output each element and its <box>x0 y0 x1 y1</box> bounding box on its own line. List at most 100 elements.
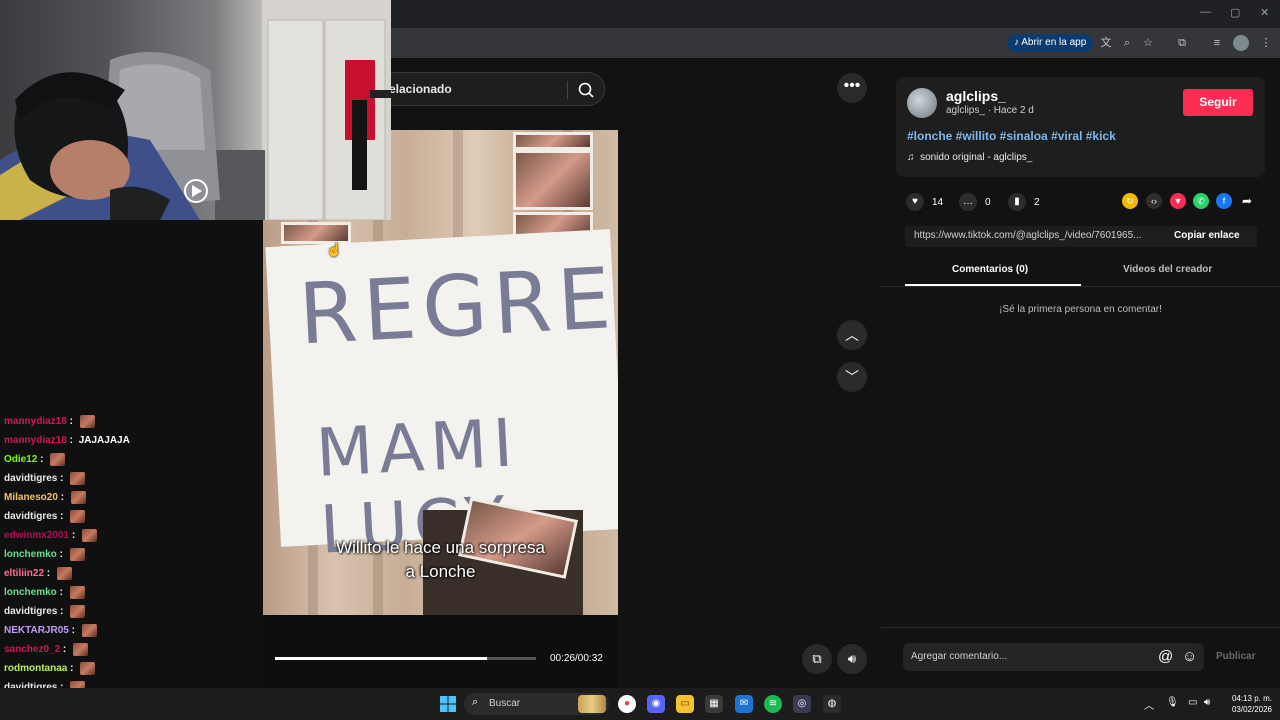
floating-player-button[interactable]: ⧉ <box>802 644 832 674</box>
chat-message: rodmontanaa : <box>4 659 259 678</box>
facebook-icon[interactable]: f <box>1216 193 1232 209</box>
follow-button[interactable]: Seguir <box>1183 89 1253 116</box>
obs-icon[interactable]: ◍ <box>823 695 841 713</box>
chat-message: davidtigres : <box>4 602 259 621</box>
next-video-button[interactable]: ﹀ <box>837 362 867 392</box>
hashtags[interactable]: #lonche #willito #sinaloa #viral #kick <box>907 129 1116 143</box>
bookmark-star-icon[interactable]: ☆ <box>1140 35 1156 51</box>
comment-button[interactable]: … 0 <box>959 193 991 211</box>
save-button[interactable]: ▮ 2 <box>1008 193 1040 211</box>
whatsapp-icon[interactable]: ✆ <box>1193 193 1209 209</box>
extensions-icon[interactable]: ⧉ <box>1174 35 1190 51</box>
chat-username[interactable]: mannydiaz18 <box>4 435 67 446</box>
mail-icon[interactable]: ✉ <box>735 695 753 713</box>
mention-icon[interactable]: @ <box>1158 648 1173 665</box>
chat-message: eltiliin22 : <box>4 564 259 583</box>
empty-comments-message: ¡Sé la primera persona en comentar! <box>999 304 1162 315</box>
emoji-icon[interactable]: ☺ <box>1182 648 1197 665</box>
tab-creator-videos[interactable]: Videos del creador <box>1123 264 1212 275</box>
chat-separator: : <box>68 625 78 636</box>
search-icon[interactable] <box>575 79 597 101</box>
chat-username[interactable]: eltiliin22 <box>4 568 44 579</box>
video-caption-line1: Willito le hace una sorpresa <box>336 538 545 557</box>
composer-divider <box>881 627 1280 628</box>
chat-message: davidtigres : <box>4 469 259 488</box>
embed-code-icon[interactable]: ‹› <box>1146 193 1162 209</box>
webcam-overlay <box>0 0 391 220</box>
volume-button[interactable]: 🔊︎ <box>837 644 867 674</box>
author-username[interactable]: aglclips_ <box>946 88 1006 104</box>
zoom-icon[interactable]: ⌕ <box>1119 35 1135 51</box>
emote-icon <box>70 605 86 618</box>
menu-kebab-icon[interactable]: ⋮ <box>1258 35 1274 51</box>
chat-username[interactable]: lonchemko <box>4 587 57 598</box>
repost-icon[interactable]: ↻ <box>1122 193 1138 209</box>
sound-info[interactable]: ♫ sonido original - aglclips_ <box>907 152 1032 163</box>
emote-icon <box>50 453 66 466</box>
tab-comments[interactable]: Comentarios (0) <box>952 264 1028 275</box>
spotify-icon[interactable]: ≋ <box>764 695 782 713</box>
open-in-app-button[interactable]: ♪ Abrir en la app <box>1007 34 1094 52</box>
active-tab-indicator <box>905 284 1081 286</box>
chat-separator: : <box>60 644 70 655</box>
avatar[interactable] <box>907 88 937 118</box>
emote-icon <box>70 472 86 485</box>
chat-separator: : <box>69 530 78 541</box>
webcam-scene <box>0 0 391 220</box>
chat-username[interactable]: davidtigres <box>4 473 57 484</box>
maximize-icon[interactable]: ▢ <box>1230 6 1240 19</box>
chevron-up-icon: ︿ <box>845 327 859 343</box>
close-icon[interactable]: ✕ <box>1260 6 1269 19</box>
volume-icon: 🔊︎ <box>847 651 857 666</box>
profile-avatar-icon[interactable] <box>1233 35 1249 51</box>
chat-username[interactable]: davidtigres <box>4 511 57 522</box>
chat-username[interactable]: Odie12 <box>4 454 37 465</box>
app-icon[interactable]: ◎ <box>793 695 811 713</box>
comment-count: 0 <box>985 196 991 208</box>
chat-username[interactable]: Milaneso20 <box>4 492 58 503</box>
chat-message: NEKTARJR05 : <box>4 621 259 640</box>
comment-input[interactable]: Agregar comentario... @ ☺ <box>903 643 1204 671</box>
chat-username[interactable]: lonchemko <box>4 549 57 560</box>
chat-username[interactable]: NEKTARJR05 <box>4 625 69 636</box>
search-input[interactable]: elacionado <box>389 82 452 96</box>
chat-username[interactable]: mannydiaz18 <box>4 416 67 427</box>
windows-taskbar <box>0 688 1280 720</box>
chat-username[interactable]: sanchez0_2 <box>4 644 60 655</box>
translate-icon[interactable]: 文 <box>1098 35 1114 51</box>
chat-message: Milaneso20 : <box>4 488 259 507</box>
previous-video-button[interactable]: ︿ <box>837 320 867 350</box>
chat-username[interactable]: edwinmx2001 <box>4 530 69 541</box>
microsoft-store-icon[interactable]: ▦ <box>705 695 723 713</box>
tabs-divider <box>881 286 1280 287</box>
taskbar-search[interactable]: ⌕ Buscar <box>464 693 609 715</box>
like-button[interactable]: ♥ 14 <box>906 193 943 211</box>
copy-link-button[interactable]: Copiar enlace <box>1174 230 1240 241</box>
clock-date: 03/02/2026 <box>1231 705 1272 714</box>
emote-icon <box>70 510 86 523</box>
emote-icon <box>70 491 86 504</box>
send-to-friends-icon[interactable]: ▼ <box>1170 193 1186 209</box>
speaker-icon[interactable]: 🔊︎ <box>1204 697 1210 708</box>
microphone-icon[interactable]: 🎙︎ <box>1166 697 1179 708</box>
chrome-icon[interactable]: ● <box>618 695 636 713</box>
minimize-icon[interactable]: — <box>1200 6 1211 18</box>
file-explorer-icon[interactable]: ▭ <box>676 695 694 713</box>
taskbar-clock[interactable]: 04:13 p. m. 03/02/2026 <box>1222 693 1272 715</box>
progress-bar[interactable] <box>275 657 536 660</box>
windows-start-icon[interactable] <box>440 696 456 712</box>
share-arrow-icon[interactable]: ➦ <box>1239 193 1255 209</box>
chat-message: davidtigres : <box>4 507 259 526</box>
chat-username[interactable]: davidtigres <box>4 606 57 617</box>
chat-separator: : <box>66 435 76 446</box>
share-link-url[interactable]: https://www.tiktok.com/@aglclips_/video/… <box>914 230 1164 241</box>
search-bar[interactable]: elacionado <box>370 72 605 106</box>
media-control-icon[interactable]: ≡ <box>1209 35 1225 51</box>
publish-button[interactable]: Publicar <box>1216 651 1255 662</box>
more-options-button[interactable]: ••• <box>837 73 867 103</box>
chat-username[interactable]: rodmontanaa <box>4 663 67 674</box>
chevron-up-icon[interactable]: ︿ <box>1144 697 1154 712</box>
discord-icon[interactable]: ◉ <box>647 695 665 713</box>
network-icon[interactable]: ▭ <box>1188 697 1197 708</box>
chat-separator: : <box>44 568 53 579</box>
